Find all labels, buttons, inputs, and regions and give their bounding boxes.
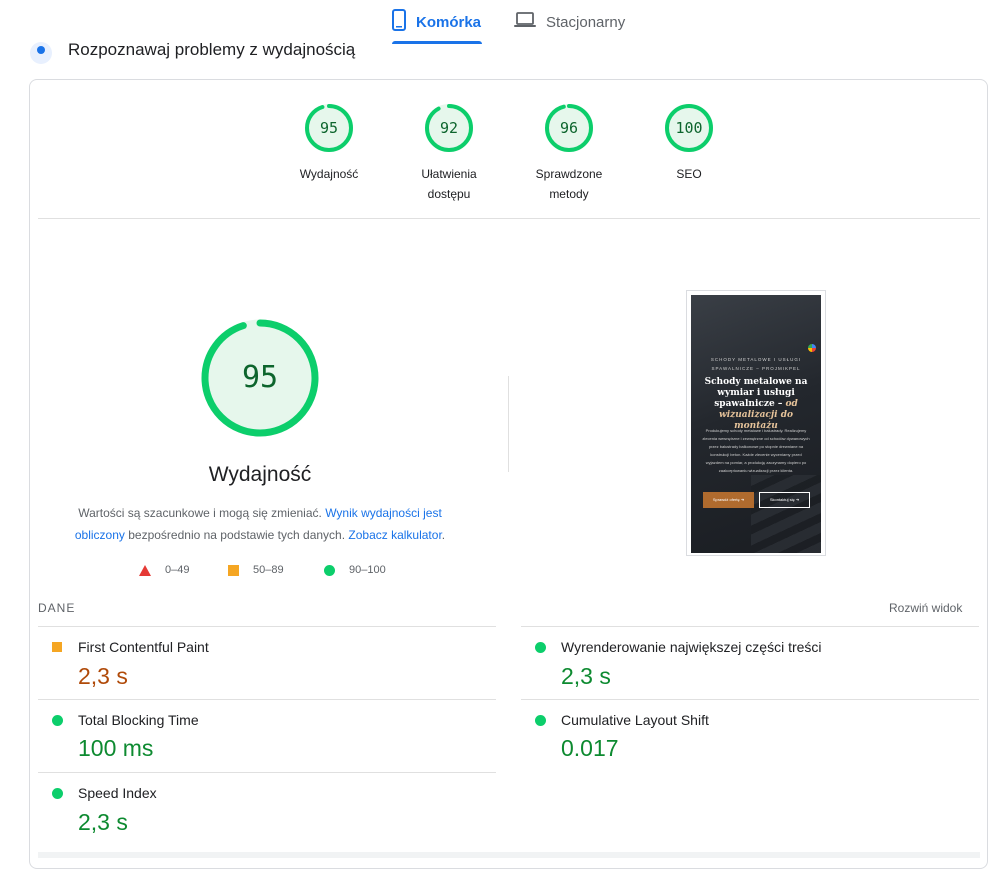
category-gauge-accessibility[interactable]: 92 bbox=[423, 102, 475, 154]
tab-desktop[interactable]: Stacjonarny bbox=[514, 0, 625, 44]
metric-si-title: Speed Index bbox=[78, 785, 157, 801]
circle-icon bbox=[324, 564, 335, 576]
metric-divider bbox=[38, 699, 496, 700]
section-title: Rozpoznawaj problemy z wydajnością bbox=[68, 40, 356, 59]
category-gauge-best-practices[interactable]: 96 bbox=[543, 102, 595, 154]
category-gauge-performance[interactable]: 95 bbox=[303, 102, 355, 154]
screenshot-body: Produkujemy schody metalowe i balustrady… bbox=[702, 428, 810, 473]
metric-divider bbox=[521, 626, 979, 627]
metric-divider bbox=[38, 626, 496, 627]
metric-fcp-value: 2,3 s bbox=[78, 663, 128, 689]
pass-circle-icon bbox=[52, 788, 63, 799]
performance-title: Wydajność bbox=[208, 463, 312, 486]
pass-circle-icon bbox=[535, 715, 546, 726]
average-square-icon bbox=[52, 642, 62, 652]
pass-circle-icon bbox=[535, 642, 546, 653]
smartphone-icon bbox=[392, 9, 406, 35]
category-label-performance[interactable]: Wydajność bbox=[274, 164, 384, 184]
category-score: 100 bbox=[675, 119, 703, 137]
category-label-seo[interactable]: SEO bbox=[634, 164, 744, 184]
google-badge-icon bbox=[808, 344, 816, 352]
category-label-accessibility[interactable]: Ułatwienia dostępu bbox=[394, 164, 504, 204]
screenshot-subtitle: SCHODY METALOWE I USŁUGI SPAWALNICZE – P… bbox=[710, 357, 802, 371]
metric-lcp-title: Wyrenderowanie największej części treści bbox=[561, 639, 822, 655]
tab-desktop-label: Stacjonarny bbox=[546, 13, 626, 31]
legend-fail: 0–49 bbox=[139, 562, 189, 578]
vertical-divider bbox=[508, 376, 509, 472]
category-gauge-seo[interactable]: 100 bbox=[663, 102, 715, 154]
legend-pass: 90–100 bbox=[324, 562, 386, 578]
legend-fail-label: 0–49 bbox=[165, 564, 190, 576]
performance-score: 95 bbox=[241, 360, 279, 395]
triangle-icon bbox=[139, 564, 151, 576]
section-footer bbox=[38, 852, 980, 858]
expand-view-button[interactable]: Rozwiń widok bbox=[889, 601, 962, 615]
metric-cls-title: Cumulative Layout Shift bbox=[561, 712, 709, 728]
category-score: 92 bbox=[439, 119, 459, 137]
description-text: . bbox=[441, 528, 446, 542]
score-description: Wartości są szacunkowe i mogą się zmieni… bbox=[60, 502, 460, 546]
metric-divider bbox=[38, 772, 496, 773]
square-icon bbox=[228, 564, 239, 576]
screenshot-button-contact: Skontaktuj się ➜ bbox=[759, 492, 810, 508]
legend-average-label: 50–89 bbox=[253, 564, 284, 576]
category-score: 96 bbox=[559, 119, 579, 137]
stairs-image bbox=[751, 475, 821, 553]
category-label-text: Sprawdzone metody bbox=[535, 167, 603, 201]
active-tab-indicator bbox=[392, 41, 482, 44]
laptop-icon bbox=[514, 12, 536, 32]
tab-mobile[interactable]: Komórka bbox=[392, 0, 482, 44]
metric-tbt-value: 100 ms bbox=[78, 735, 154, 761]
metric-si-value: 2,3 s bbox=[78, 809, 128, 835]
metric-tbt-title: Total Blocking Time bbox=[78, 712, 199, 728]
legend-average: 50–89 bbox=[228, 562, 284, 578]
page-screenshot[interactable]: SCHODY METALOWE I USŁUGI SPAWALNICZE – P… bbox=[691, 295, 821, 553]
metric-fcp-title: First Contentful Paint bbox=[78, 639, 209, 655]
description-text: bezpośrednio na podstawie tych danych. bbox=[124, 528, 349, 542]
data-section-label: DANE bbox=[38, 601, 76, 615]
screenshot-button-offer: Sprawdź ofertę ➜ bbox=[703, 492, 754, 508]
metric-cls-value: 0.017 bbox=[561, 735, 619, 761]
calculator-link[interactable]: Zobacz kalkulator bbox=[348, 528, 441, 542]
pass-circle-icon bbox=[52, 715, 63, 726]
category-score: 95 bbox=[319, 119, 339, 137]
lighthouse-icon bbox=[30, 42, 52, 64]
tab-mobile-label: Komórka bbox=[416, 13, 482, 31]
legend-pass-label: 90–100 bbox=[349, 564, 386, 576]
category-label-text: Ułatwienia dostępu bbox=[421, 167, 477, 201]
category-label-best-practices[interactable]: Sprawdzone metody bbox=[514, 164, 624, 204]
metric-divider bbox=[521, 699, 979, 700]
metric-lcp-value: 2,3 s bbox=[561, 663, 611, 689]
screenshot-heading: Schody metalowe na wymiar i usługi spawa… bbox=[701, 377, 811, 432]
divider bbox=[38, 218, 980, 219]
description-text: Wartości są szacunkowe i mogą się zmieni… bbox=[78, 506, 326, 520]
performance-gauge: 95 bbox=[200, 318, 320, 438]
